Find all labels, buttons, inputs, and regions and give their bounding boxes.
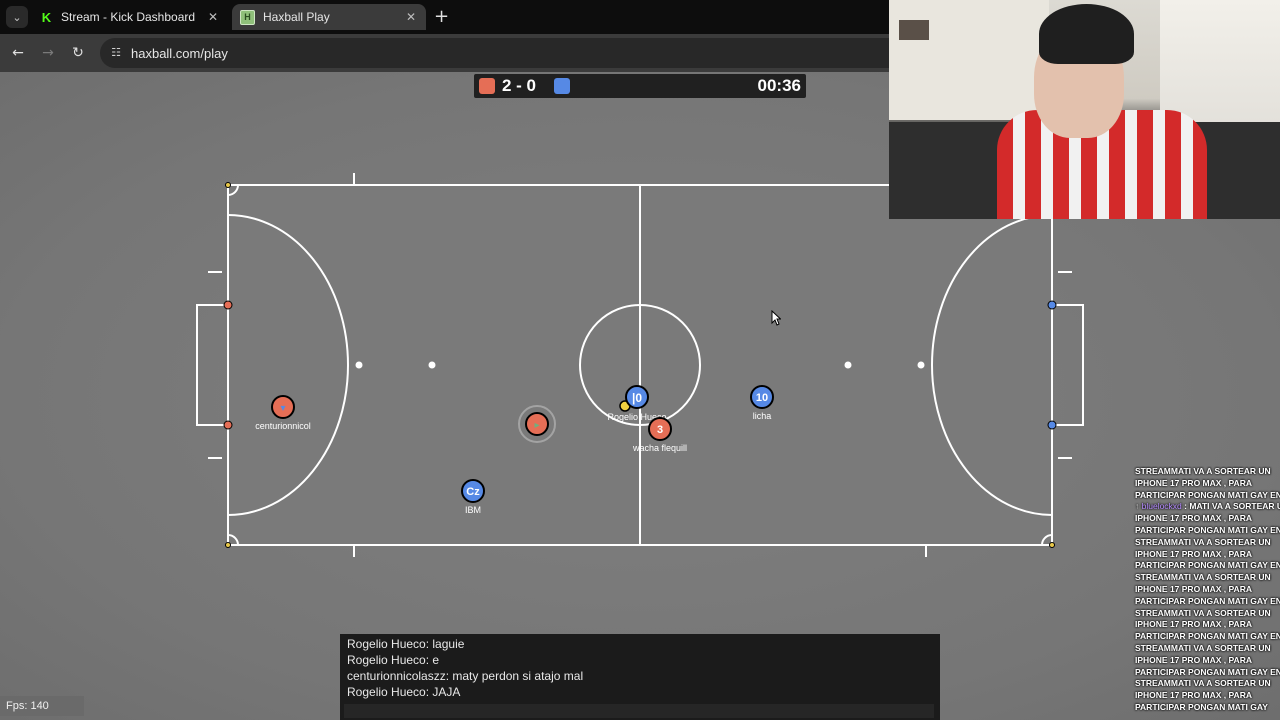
fps-counter: Fps: 140 <box>0 696 84 716</box>
webcam-shelf <box>899 20 929 40</box>
chat-input[interactable] <box>344 704 934 718</box>
tab-title: Stream - Kick Dashboard <box>61 10 196 24</box>
stream-chat-line: PARTICIPAR PONGAN MATI GAY EN EL <box>1135 524 1280 535</box>
chat-message: centurionnicolaszz: maty perdon si atajo… <box>347 669 584 683</box>
stream-chat-line: IPHONE 17 PRO MAX , PARA <box>1135 477 1252 488</box>
chevron-down-icon: ⌄ <box>12 10 22 24</box>
stream-chat-line: STREAMMATI VA A SORTEAR UN <box>1135 536 1271 547</box>
stream-chat-line: STREAMMATI VA A SORTEAR UN <box>1135 572 1271 583</box>
stream-chat-line: PARTICIPAR PONGAN MATI GAY EN EL <box>1135 666 1280 677</box>
badge-icon: ↑ <box>1135 501 1140 512</box>
webcam-person-cap <box>1039 4 1134 64</box>
stream-chat-line: STREAMMATI VA A SORTEAR UN <box>1135 678 1271 689</box>
player-avatar: 3 <box>657 424 663 436</box>
player-name: IBM <box>465 505 481 515</box>
stream-chat-line: IPHONE 17 PRO MAX , PARA <box>1135 690 1252 701</box>
match-timer: 00:36 <box>757 76 801 95</box>
stream-chat-line: IPHONE 17 PRO MAX , PARA <box>1135 583 1252 594</box>
game-chat: Rogelio Hueco: laguie Rogelio Hueco: e c… <box>340 634 940 720</box>
stream-chat-line: IPHONE 17 PRO MAX , PARA <box>1135 548 1252 559</box>
stream-chat-line: IPHONE 17 PRO MAX , PARA <box>1135 513 1252 524</box>
site-info-icon[interactable]: ☷ <box>108 45 124 61</box>
player-name: wacha flequill <box>632 443 687 453</box>
arrow-left-icon: ← <box>12 45 24 61</box>
stream-chat-line: PARTICIPAR PONGAN MATI GAY EN EL <box>1135 631 1280 642</box>
close-tab-icon[interactable]: ✕ <box>402 10 420 24</box>
url-text: haxball.com/play <box>131 46 228 61</box>
webcam-background-wall <box>889 0 1049 120</box>
stream-chat-line: PARTICIPAR PONGAN MATI GAY EN EL <box>1135 595 1280 606</box>
stream-chat-line: IPHONE 17 PRO MAX , PARA <box>1135 619 1252 630</box>
stream-chat-line: IPHONE 17 PRO MAX , PARA <box>1135 654 1252 665</box>
plus-icon: + <box>434 6 450 27</box>
player-avatar: ▾ <box>280 403 285 414</box>
kick-icon: K <box>41 9 52 25</box>
player-avatar: 10 <box>756 392 768 404</box>
player-name: licha <box>753 411 772 421</box>
stream-chat-line: PARTICIPAR PONGAN MATI GAY EN <box>1135 489 1280 500</box>
webcam-overlay <box>889 0 1280 219</box>
stream-chat-line: STREAMMATI VA A SORTEAR UN <box>1135 607 1271 618</box>
right-goal <box>1052 304 1084 426</box>
player-avatar: ▸ <box>534 420 539 431</box>
stream-chat-text: MATI VA A SORTEAR UN <box>1189 501 1280 512</box>
tab-haxball-play[interactable]: H Haxball Play ✕ <box>232 4 426 30</box>
player-avatar: Cz <box>466 486 480 498</box>
left-goal <box>196 304 228 426</box>
scoreboard: 2 - 0 00:36 <box>474 74 806 98</box>
mouse-cursor-icon <box>771 310 781 326</box>
player-licha: 10 licha <box>750 385 774 421</box>
player-avatar: |0 <box>632 391 642 405</box>
stream-chat-overlay: STREAMMATI VA A SORTEAR UN IPHONE 17 PRO… <box>1132 466 1280 720</box>
stream-chat-message-header: ↑ bluelockxd : MATI VA A SORTEAR UN <box>1132 501 1280 513</box>
chat-message: Rogelio Hueco: laguie <box>347 637 465 651</box>
arrow-right-icon: → <box>42 45 54 61</box>
chat-message: Rogelio Hueco: e <box>347 653 440 667</box>
score: 2 - 0 <box>502 76 537 95</box>
back-button[interactable]: ← <box>7 42 29 64</box>
stream-chat-line: STREAMMATI VA A SORTEAR UN <box>1135 466 1271 476</box>
red-team-icon <box>479 78 495 94</box>
player-name: centurionnicol <box>255 421 311 431</box>
close-tab-icon[interactable]: ✕ <box>204 10 222 24</box>
player-ibm: Cz IBM <box>461 479 485 515</box>
stream-chat-line: STREAMMATI VA A SORTEAR UN <box>1135 642 1271 653</box>
chat-message: Rogelio Hueco: JAJA <box>347 685 461 699</box>
stream-chat-line: PARTICIPAR PONGAN MATI GAY EN EL <box>1135 560 1280 571</box>
new-tab-button[interactable]: + <box>434 6 449 27</box>
reload-button[interactable]: ↻ <box>67 42 89 64</box>
tab-title: Haxball Play <box>263 10 330 24</box>
reload-icon: ↻ <box>72 45 84 61</box>
forward-button[interactable]: → <box>37 42 59 64</box>
stream-chat-line: PARTICIPAR PONGAN MATI GAY <box>1135 701 1268 712</box>
tab-kick-dashboard[interactable]: K Stream - Kick Dashboard ✕ <box>32 4 228 30</box>
tab-search-dropdown[interactable]: ⌄ <box>6 6 28 28</box>
blue-team-icon <box>554 78 570 94</box>
haxball-icon: H <box>240 9 255 25</box>
stream-chat-username: bluelockxd <box>1141 501 1182 512</box>
